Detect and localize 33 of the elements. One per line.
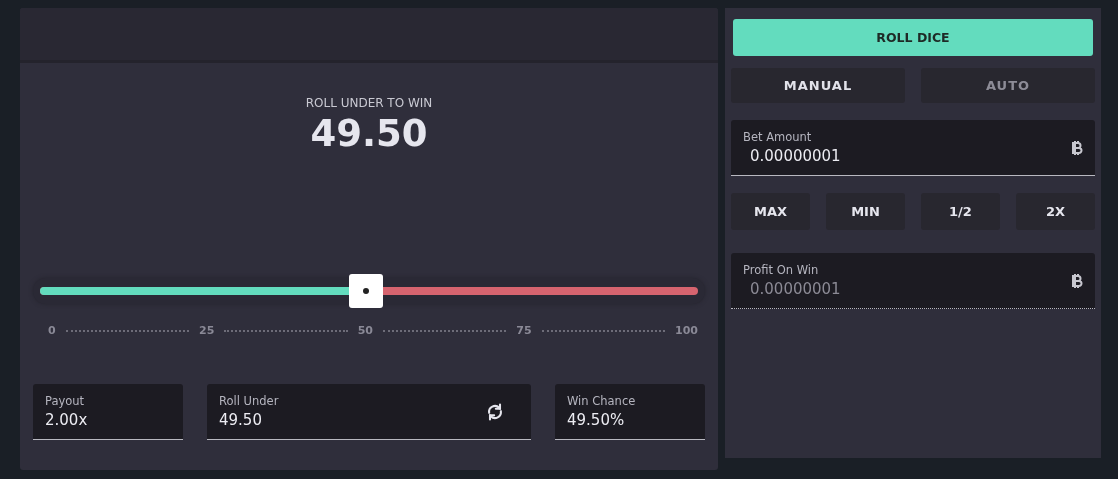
tick-label: 50 bbox=[357, 324, 373, 337]
tick-label: 25 bbox=[199, 324, 215, 337]
field-value: 0.00000001 bbox=[750, 147, 842, 165]
field-label: Win Chance bbox=[567, 394, 637, 408]
bet-adjust-button[interactable]: MIN bbox=[826, 193, 905, 230]
stat-field[interactable]: Win Chance 49.50% bbox=[555, 384, 705, 440]
amount-field[interactable]: Bet Amount 0.00000001 bbox=[731, 120, 1095, 176]
roll-dice-button[interactable]: ROLL DICE bbox=[733, 19, 1093, 56]
field-label: Roll Under bbox=[219, 394, 280, 408]
refresh-icon[interactable] bbox=[485, 401, 505, 422]
bitcoin-icon bbox=[1071, 139, 1083, 156]
bet-adjust-button[interactable]: 1/2 bbox=[921, 193, 1000, 230]
field-value: 0.00000001 bbox=[750, 280, 842, 298]
mode-tab[interactable]: MANUAL bbox=[731, 68, 905, 103]
bet-adjust-button[interactable]: 2X bbox=[1016, 193, 1095, 230]
roll-heading: ROLL UNDER TO WIN bbox=[305, 96, 433, 110]
field-value: 49.50 bbox=[219, 411, 263, 429]
field-value: 49.50% bbox=[567, 411, 626, 429]
stat-field[interactable]: Roll Under 49.50 bbox=[207, 384, 531, 440]
field-label: Payout bbox=[45, 394, 86, 408]
tick-label: 0 bbox=[48, 324, 56, 337]
tick-label: 100 bbox=[675, 324, 698, 337]
field-value: 2.00x bbox=[45, 411, 89, 429]
stat-field[interactable]: Payout 2.00x bbox=[33, 384, 183, 440]
bet-adjust-button[interactable]: MAX bbox=[731, 193, 810, 230]
slider-thumb[interactable] bbox=[348, 274, 383, 308]
field-label: Profit On Win bbox=[743, 263, 820, 277]
field-label: Bet Amount bbox=[743, 130, 813, 144]
mode-tab[interactable]: AUTO bbox=[921, 68, 1095, 103]
tick-label: 75 bbox=[516, 324, 532, 337]
bitcoin-icon bbox=[1071, 272, 1083, 289]
roll-value: 49.50 bbox=[310, 112, 428, 155]
slider-track[interactable] bbox=[40, 287, 698, 295]
